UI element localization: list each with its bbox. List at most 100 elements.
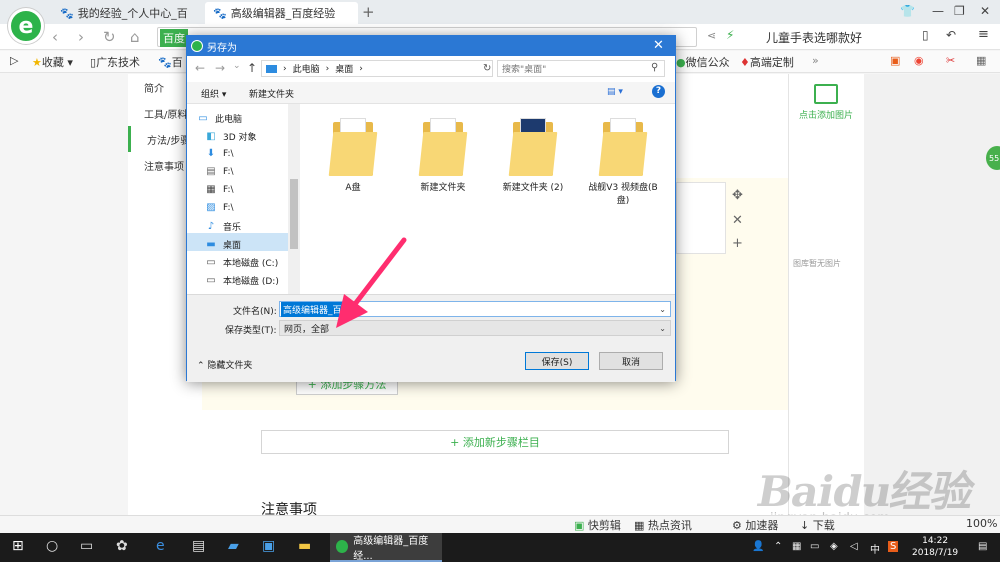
- app-icon[interactable]: ◉: [914, 54, 924, 67]
- app-window-icon[interactable]: ▰: [228, 538, 239, 554]
- forward-icon[interactable]: ›: [78, 28, 84, 46]
- file-item[interactable]: A盘: [317, 116, 389, 193]
- bookmark-toggle-icon[interactable]: ▷: [10, 54, 18, 67]
- path-segment[interactable]: 此电脑: [293, 62, 320, 75]
- dialog-search-input[interactable]: 搜索"桌面": [497, 60, 665, 77]
- picture-icon: ▨: [206, 202, 216, 213]
- edge-icon[interactable]: e: [156, 538, 165, 554]
- path-bar[interactable]: › 此电脑 › 桌面 ›: [261, 60, 493, 77]
- battery-icon[interactable]: ▭: [810, 541, 819, 552]
- status-accelerator[interactable]: ⚙ 加速器: [732, 517, 778, 533]
- volume-icon[interactable]: ◁: [850, 541, 858, 552]
- bookmark-baidu[interactable]: 🐾百: [158, 54, 183, 70]
- tray-expand-icon[interactable]: ⌃: [774, 541, 782, 552]
- windows-start-icon[interactable]: ⊞: [12, 538, 24, 554]
- desktop-icon: ▬: [206, 239, 216, 250]
- tree-scrollbar-thumb[interactable]: [290, 179, 298, 249]
- phone-icon[interactable]: ▯: [922, 28, 929, 42]
- file-item[interactable]: 新建文件夹: [407, 116, 479, 193]
- tv-icon[interactable]: ▣: [890, 54, 900, 67]
- wifi-icon[interactable]: ▦: [792, 541, 801, 552]
- task-view-icon[interactable]: ▭: [80, 538, 93, 554]
- add-image-button[interactable]: 点击添加图片: [799, 84, 853, 121]
- tab-advanced-editor[interactable]: 🐾 高级编辑器_百度经验: [205, 2, 358, 24]
- cancel-button[interactable]: 取消: [599, 352, 663, 370]
- chevron-down-icon[interactable]: ⌄: [659, 305, 666, 314]
- browser-logo-icon[interactable]: e: [8, 8, 44, 44]
- save-as-dialog: 另存为 ✕ ← → ⌄ ↑ › 此电脑 › 桌面 › ↻ 搜索"桌面" ⚲ 组织 ▾ 新…: [186, 35, 676, 382]
- back-icon[interactable]: ←: [195, 61, 205, 75]
- tree-item-desktop[interactable]: ▬ 桌面: [205, 238, 241, 251]
- share-icon[interactable]: ⋖: [707, 29, 716, 42]
- grid-icon[interactable]: ▦: [976, 54, 986, 67]
- file-explorer-icon[interactable]: ▬: [298, 538, 311, 554]
- clock[interactable]: 14:22 2018/7/19: [912, 535, 958, 559]
- bookmark-custom[interactable]: ♦高端定制: [740, 54, 794, 70]
- path-segment[interactable]: 桌面: [335, 62, 353, 75]
- refresh-icon[interactable]: ↻: [103, 28, 116, 46]
- file-item[interactable]: 新建文件夹 (2): [497, 116, 569, 193]
- restore-button[interactable]: ❐: [954, 4, 965, 18]
- organize-button[interactable]: 组织 ▾: [201, 87, 226, 100]
- menu-icon[interactable]: ≡: [978, 27, 989, 42]
- user-icon[interactable]: 👤: [752, 541, 764, 552]
- tree-item-videos[interactable]: ▦ F:\: [205, 184, 233, 195]
- bookmark-guangdong[interactable]: ▯广东技术: [90, 54, 140, 70]
- scissors-icon[interactable]: ✂: [946, 54, 955, 67]
- tab-my-experience[interactable]: 🐾 我的经验_个人中心_百: [52, 2, 202, 24]
- search-suggestion[interactable]: 儿童手表选哪款好: [766, 29, 862, 46]
- dialog-title-bar[interactable]: 另存为: [187, 36, 675, 56]
- home-icon[interactable]: ⌂: [130, 28, 140, 46]
- recent-icon[interactable]: ⌄: [233, 61, 241, 71]
- back-icon[interactable]: ‹: [52, 28, 58, 46]
- help-icon[interactable]: ?: [652, 85, 665, 98]
- view-options-icon[interactable]: ▤ ▾: [607, 87, 623, 97]
- shirt-icon[interactable]: 👕: [900, 4, 915, 18]
- hide-folders-toggle[interactable]: ⌃ 隐藏文件夹: [197, 358, 252, 371]
- lightning-icon[interactable]: ⚡: [726, 28, 734, 42]
- tree-item-documents[interactable]: ▤ F:\: [205, 166, 233, 177]
- bookmark-wechat[interactable]: ●微信公众: [676, 54, 730, 70]
- more-bookmarks-icon[interactable]: »: [812, 54, 819, 67]
- bookmark-favorites[interactable]: ★收藏 ▾: [32, 54, 73, 70]
- notifications-icon[interactable]: ▤: [978, 541, 987, 552]
- dialog-close-button[interactable]: ✕: [653, 38, 664, 53]
- status-hot-news[interactable]: ▦ 热点资讯: [634, 517, 692, 533]
- add-icon[interactable]: +: [732, 236, 743, 251]
- control-panel-icon[interactable]: ▣: [262, 538, 275, 554]
- refresh-icon[interactable]: ↻: [483, 63, 491, 74]
- tree-item-pictures[interactable]: ▨ F:\: [205, 202, 233, 213]
- download-icon: ↓: [800, 519, 810, 532]
- save-button[interactable]: 保存(S): [525, 352, 589, 370]
- input-language[interactable]: 中: [870, 541, 880, 556]
- tree-item-downloads[interactable]: ⬇ F:\: [205, 148, 234, 159]
- tree-item-drive-c[interactable]: ▭ 本地磁盘 (C:): [205, 256, 278, 269]
- input-method-icon[interactable]: S: [888, 541, 899, 552]
- tree-item-3d[interactable]: ◧ 3D 对象: [205, 130, 256, 143]
- document-icon: ▤: [206, 166, 216, 177]
- add-step-section-button[interactable]: + 添加新步骤栏目: [261, 430, 729, 454]
- status-zoom[interactable]: 100%: [966, 517, 997, 530]
- minimize-button[interactable]: —: [932, 4, 944, 18]
- store-icon[interactable]: ▤: [192, 538, 205, 554]
- step-text-box[interactable]: [676, 182, 726, 254]
- file-item[interactable]: 战舰V3 视频盘(B盘): [587, 116, 659, 206]
- new-tab-button[interactable]: +: [362, 3, 375, 21]
- address-tag: 百度: [160, 29, 188, 47]
- new-folder-button[interactable]: 新建文件夹: [249, 87, 294, 100]
- close-window-button[interactable]: ✕: [980, 4, 990, 18]
- status-download[interactable]: ↓ 下载: [800, 517, 835, 533]
- status-quick-edit[interactable]: ▣ 快剪辑: [574, 517, 621, 533]
- up-icon[interactable]: ↑: [247, 61, 257, 75]
- network-icon[interactable]: ◈: [830, 541, 838, 552]
- forward-icon[interactable]: →: [215, 61, 225, 75]
- delete-icon[interactable]: ✕: [732, 213, 743, 228]
- taskbar-active-browser[interactable]: 高级编辑器_百度经...: [330, 533, 442, 562]
- tree-item-music[interactable]: ♪ 音乐: [205, 220, 241, 233]
- search-icon[interactable]: ○: [46, 538, 58, 554]
- tree-item-drive-d[interactable]: ▭ 本地磁盘 (D:): [205, 274, 279, 287]
- fan-app-icon[interactable]: ✿: [116, 538, 128, 554]
- tree-item-this-pc[interactable]: ▭ 此电脑: [197, 112, 242, 125]
- move-icon[interactable]: ✥: [732, 188, 743, 203]
- undo-icon[interactable]: ↶: [946, 28, 956, 42]
